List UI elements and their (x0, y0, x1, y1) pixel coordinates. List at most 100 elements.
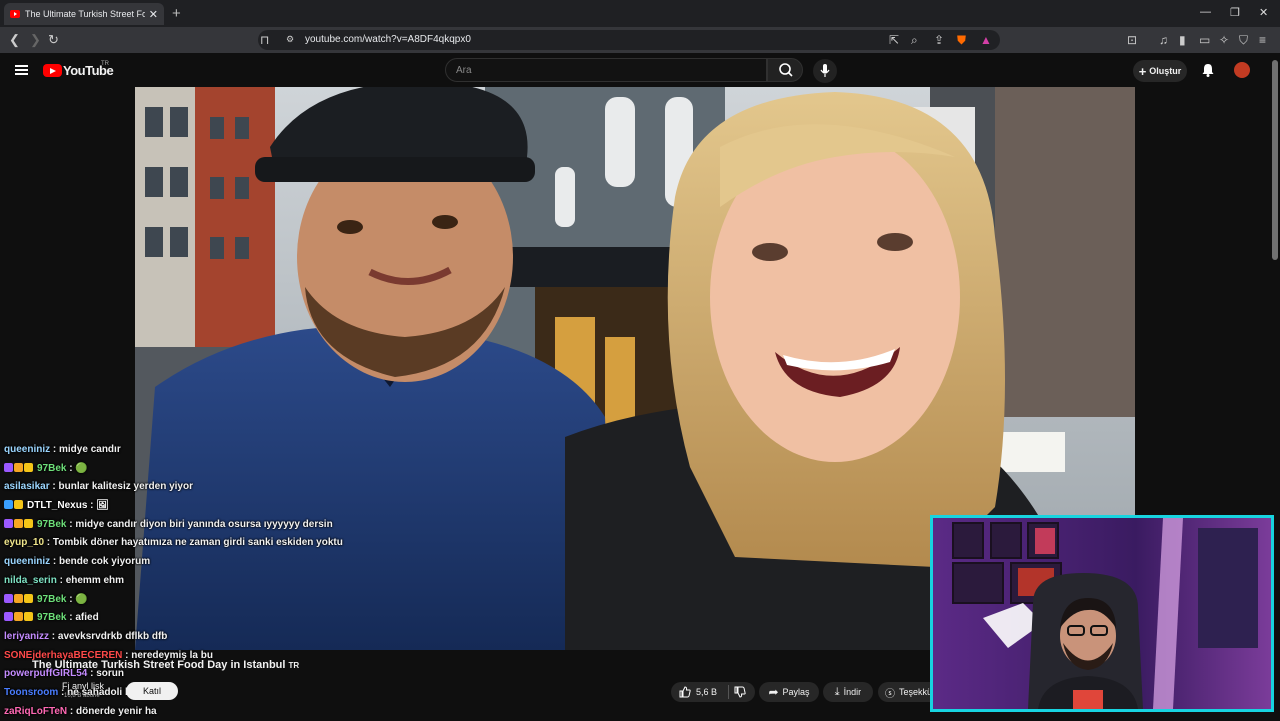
subscriber-count: 16,8 B abone (64, 693, 100, 699)
join-button[interactable]: Katıl (126, 682, 178, 700)
site-info-icon[interactable]: ⚙ (286, 34, 294, 45)
thumbs-down-icon[interactable] (734, 686, 746, 698)
back-icon[interactable]: ❮ (9, 32, 20, 48)
chat-username[interactable]: queeniniz (4, 444, 50, 455)
create-label: Oluştur (1149, 66, 1182, 76)
video-title: The Ultimate Turkish Street Food Day in … (32, 659, 299, 671)
chat-separator: : (56, 574, 66, 586)
share-button[interactable]: ➦ Paylaş (759, 682, 819, 702)
tab-title: The Ultimate Turkish Street Food Day in … (25, 9, 145, 19)
url-text: youtube.com/watch?v=A8DF4qkqpx0 (305, 34, 471, 45)
chat-username[interactable]: leriyanizz (4, 631, 49, 642)
new-tab-icon[interactable]: + (172, 5, 181, 22)
video-title-suffix: TR (288, 661, 300, 670)
restore-icon[interactable]: ❐ (1230, 6, 1240, 19)
chat-separator: : (87, 500, 97, 512)
chat-username[interactable]: 97Bek (37, 519, 66, 530)
chat-text: bunlar kalitesiz yerden yiyor (58, 481, 194, 493)
chat-message: 97Bek : afied (4, 609, 404, 628)
download-button[interactable]: ⤓ İndir (823, 682, 873, 702)
chat-badge-icon (14, 518, 23, 528)
chat-badge-icon (4, 518, 13, 528)
brave-rewards-icon[interactable]: ▲ (980, 33, 992, 47)
hamburger-menu-icon[interactable] (15, 65, 28, 75)
webcam-image (933, 518, 1271, 709)
chat-separator: : (67, 705, 77, 717)
chat-username[interactable]: 97Bek (37, 612, 66, 623)
search-input[interactable]: Ara (445, 58, 767, 82)
chat-text: midye candır diyon biri yanında osursa ı… (75, 518, 333, 530)
thanks-button[interactable]: ⓢ Teşekkür (878, 682, 930, 702)
chat-text: 🟢 (75, 593, 88, 605)
bookmark-icon[interactable]: ⊓ (260, 33, 269, 47)
chat-badge-icon (24, 518, 33, 528)
ai-icon[interactable]: ✧ (1219, 33, 1229, 47)
chat-badge-icon (24, 593, 33, 603)
chat-username[interactable]: 97Bek (37, 594, 66, 605)
browser-toolbar: ❮ ❯ ↻ ⊓ ⚙ youtube.com/watch?v=A8DF4qkqpx… (0, 27, 1280, 53)
thumbs-up-icon (679, 686, 691, 698)
chat-separator: : (49, 481, 59, 493)
like-divider (728, 685, 730, 699)
chat-username[interactable]: 97Bek (37, 463, 66, 474)
microphone-icon (820, 64, 830, 77)
like-button[interactable]: 5,6 B (671, 682, 755, 702)
thanks-icon: ⓢ (885, 688, 895, 700)
chat-text: 🟢 (75, 462, 88, 474)
chat-badge-icon (4, 593, 13, 603)
create-button[interactable]: + Oluştur (1133, 60, 1187, 82)
thanks-label: Teşekkür (899, 687, 930, 697)
close-tab-icon[interactable]: ✕ (149, 8, 158, 21)
screenshot-icon[interactable]: ⊡ (1127, 33, 1137, 47)
chat-username[interactable]: nilda_serin (4, 575, 57, 586)
wallet-icon[interactable]: ▭ (1199, 33, 1210, 47)
chat-separator: : (50, 444, 60, 455)
close-window-icon[interactable]: ✕ (1259, 6, 1268, 19)
chat-username[interactable]: eyup_10 (4, 537, 44, 548)
chat-username[interactable]: queeniniz (4, 556, 50, 567)
minimize-icon[interactable]: — (1200, 6, 1211, 18)
chat-message: 97Bek : 🟢 (4, 460, 404, 479)
like-count: 5,6 B (696, 687, 718, 697)
chat-message: 97Bek : 🟢 (4, 591, 404, 610)
search-icon (779, 63, 793, 77)
chat-badge-icon (14, 462, 23, 472)
chat-badge-icon (4, 462, 13, 472)
chat-username[interactable]: DTLT_Nexus (27, 500, 87, 511)
chat-text: avevksrvdrkb dflkb dfb (57, 630, 168, 642)
forward-icon[interactable]: ❯ (30, 32, 41, 48)
chat-text: bende cok yiyorum (59, 556, 151, 568)
page-scrollbar[interactable] (1272, 60, 1278, 260)
chat-text: afied (75, 612, 99, 624)
vpn-icon[interactable]: ⛉ (1239, 33, 1248, 48)
reload-icon[interactable]: ↻ (48, 32, 59, 48)
media-icon[interactable]: ♫ (1159, 33, 1168, 47)
sidebar-icon[interactable]: ▮ (1179, 33, 1186, 47)
chat-username[interactable]: zaRiqLoFTeN (4, 706, 67, 717)
brave-shield-icon[interactable]: ⛊ (957, 33, 966, 48)
join-label: Katıl (142, 686, 161, 696)
open-external-icon[interactable]: ⇱ (889, 33, 899, 47)
download-icon: ⤓ (834, 685, 840, 698)
notifications-bell-icon[interactable] (1200, 62, 1216, 78)
search-button[interactable] (767, 58, 803, 82)
share-page-icon[interactable]: ⇪ (934, 33, 944, 47)
channel-name[interactable]: Fi anyl lisk (62, 681, 104, 691)
chat-text: midye candır (59, 444, 121, 455)
chat-username[interactable]: asilasikar (4, 481, 50, 492)
menu-icon[interactable]: ≡ (1259, 33, 1266, 47)
account-avatar[interactable] (1234, 62, 1250, 78)
search-placeholder: Ara (456, 65, 472, 76)
streamer-webcam (930, 515, 1274, 712)
youtube-header: YouTube TR Ara + Oluştur (0, 53, 1280, 87)
browser-tab[interactable]: The Ultimate Turkish Street Food Day in … (4, 3, 164, 25)
chat-message: queeniniz : bende cok yiyorum (4, 553, 404, 572)
chat-text: ehemm ehm (65, 574, 125, 586)
chat-username[interactable]: Toonsroom (4, 687, 58, 698)
chat-message: DTLT_Nexus : 🖼 (4, 497, 404, 516)
zoom-icon[interactable]: ⌕ (911, 33, 918, 48)
voice-search-button[interactable] (813, 59, 837, 83)
share-label: Paylaş (782, 687, 810, 697)
youtube-logo-icon[interactable] (43, 64, 62, 77)
address-bar[interactable]: ⊓ ⚙ youtube.com/watch?v=A8DF4qkqpx0 ⇱ ⌕ … (258, 30, 1000, 50)
